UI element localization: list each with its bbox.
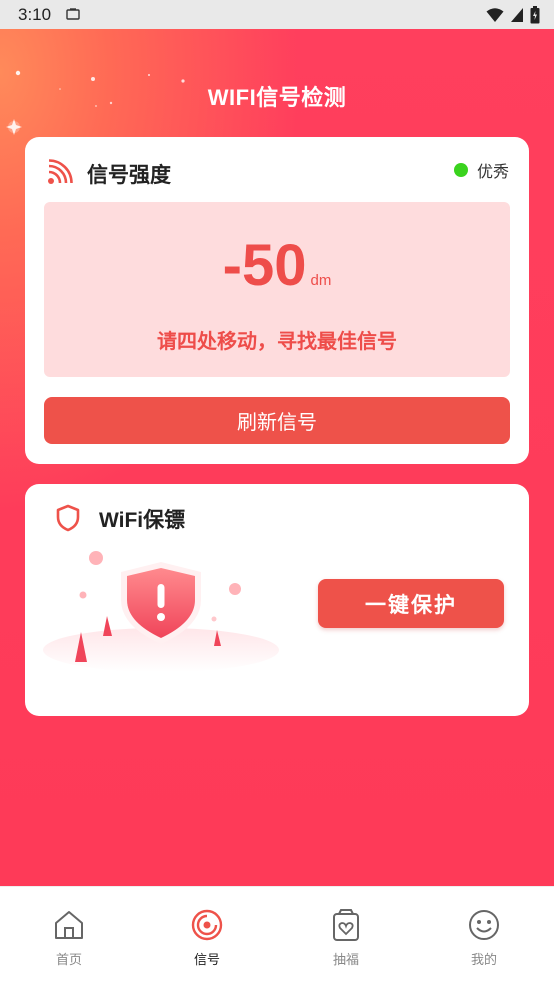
shield-icon	[56, 504, 80, 532]
nav-label-signal: 信号	[193, 953, 220, 968]
nav-item-home[interactable]: 首页	[0, 887, 138, 985]
quality-indicator: 优秀	[453, 158, 509, 182]
signal-reading: -50 dm	[44, 232, 510, 299]
bottom-navigation: 首页 信号 抽福 我的	[0, 886, 554, 985]
refresh-signal-button[interactable]: 刷新信号	[44, 397, 510, 444]
quality-label: 优秀	[476, 162, 509, 181]
cellular-icon	[511, 8, 523, 22]
signal-target-icon	[191, 909, 223, 941]
quality-status-dot	[453, 163, 468, 177]
signal-card-title: 信号强度	[87, 163, 171, 187]
signal-reading-value: -50	[222, 233, 307, 298]
signal-reading-panel: -50 dm 请四处移动，寻找最佳信号	[44, 202, 510, 377]
one-click-protect-button[interactable]: 一键保护	[318, 579, 504, 628]
shield-alert-illustration	[43, 551, 279, 672]
wifi-status-icon	[486, 8, 504, 22]
status-time: 3:10	[18, 5, 52, 24]
status-bar: 3:10	[0, 0, 554, 29]
notification-icon	[66, 8, 80, 20]
battery-icon	[530, 6, 540, 24]
signal-strength-card: 信号强度 优秀 -50 dm 请四处移动，寻找最佳信号 刷新信号	[25, 137, 529, 464]
nav-label-mine: 我的	[470, 953, 497, 968]
guard-card-title: WiFi保镖	[99, 509, 186, 532]
signal-icon	[48, 159, 73, 184]
nav-item-mine[interactable]: 我的	[415, 887, 553, 985]
nav-label-home: 首页	[55, 953, 82, 968]
home-icon	[55, 911, 83, 939]
nav-item-lucky[interactable]: 抽福	[277, 887, 415, 985]
nav-item-signal[interactable]: 信号	[138, 887, 276, 985]
signal-reading-unit: dm	[310, 272, 332, 289]
signal-hint-text: 请四处移动，寻找最佳信号	[157, 329, 397, 353]
smiley-icon	[469, 910, 499, 940]
page-title: WIFI信号检测	[207, 85, 347, 110]
nav-label-lucky: 抽福	[332, 953, 359, 968]
status-indicators	[486, 6, 540, 24]
wifi-guard-card: WiFi保镖 一键保护	[25, 484, 529, 716]
lucky-bag-icon	[333, 909, 359, 941]
